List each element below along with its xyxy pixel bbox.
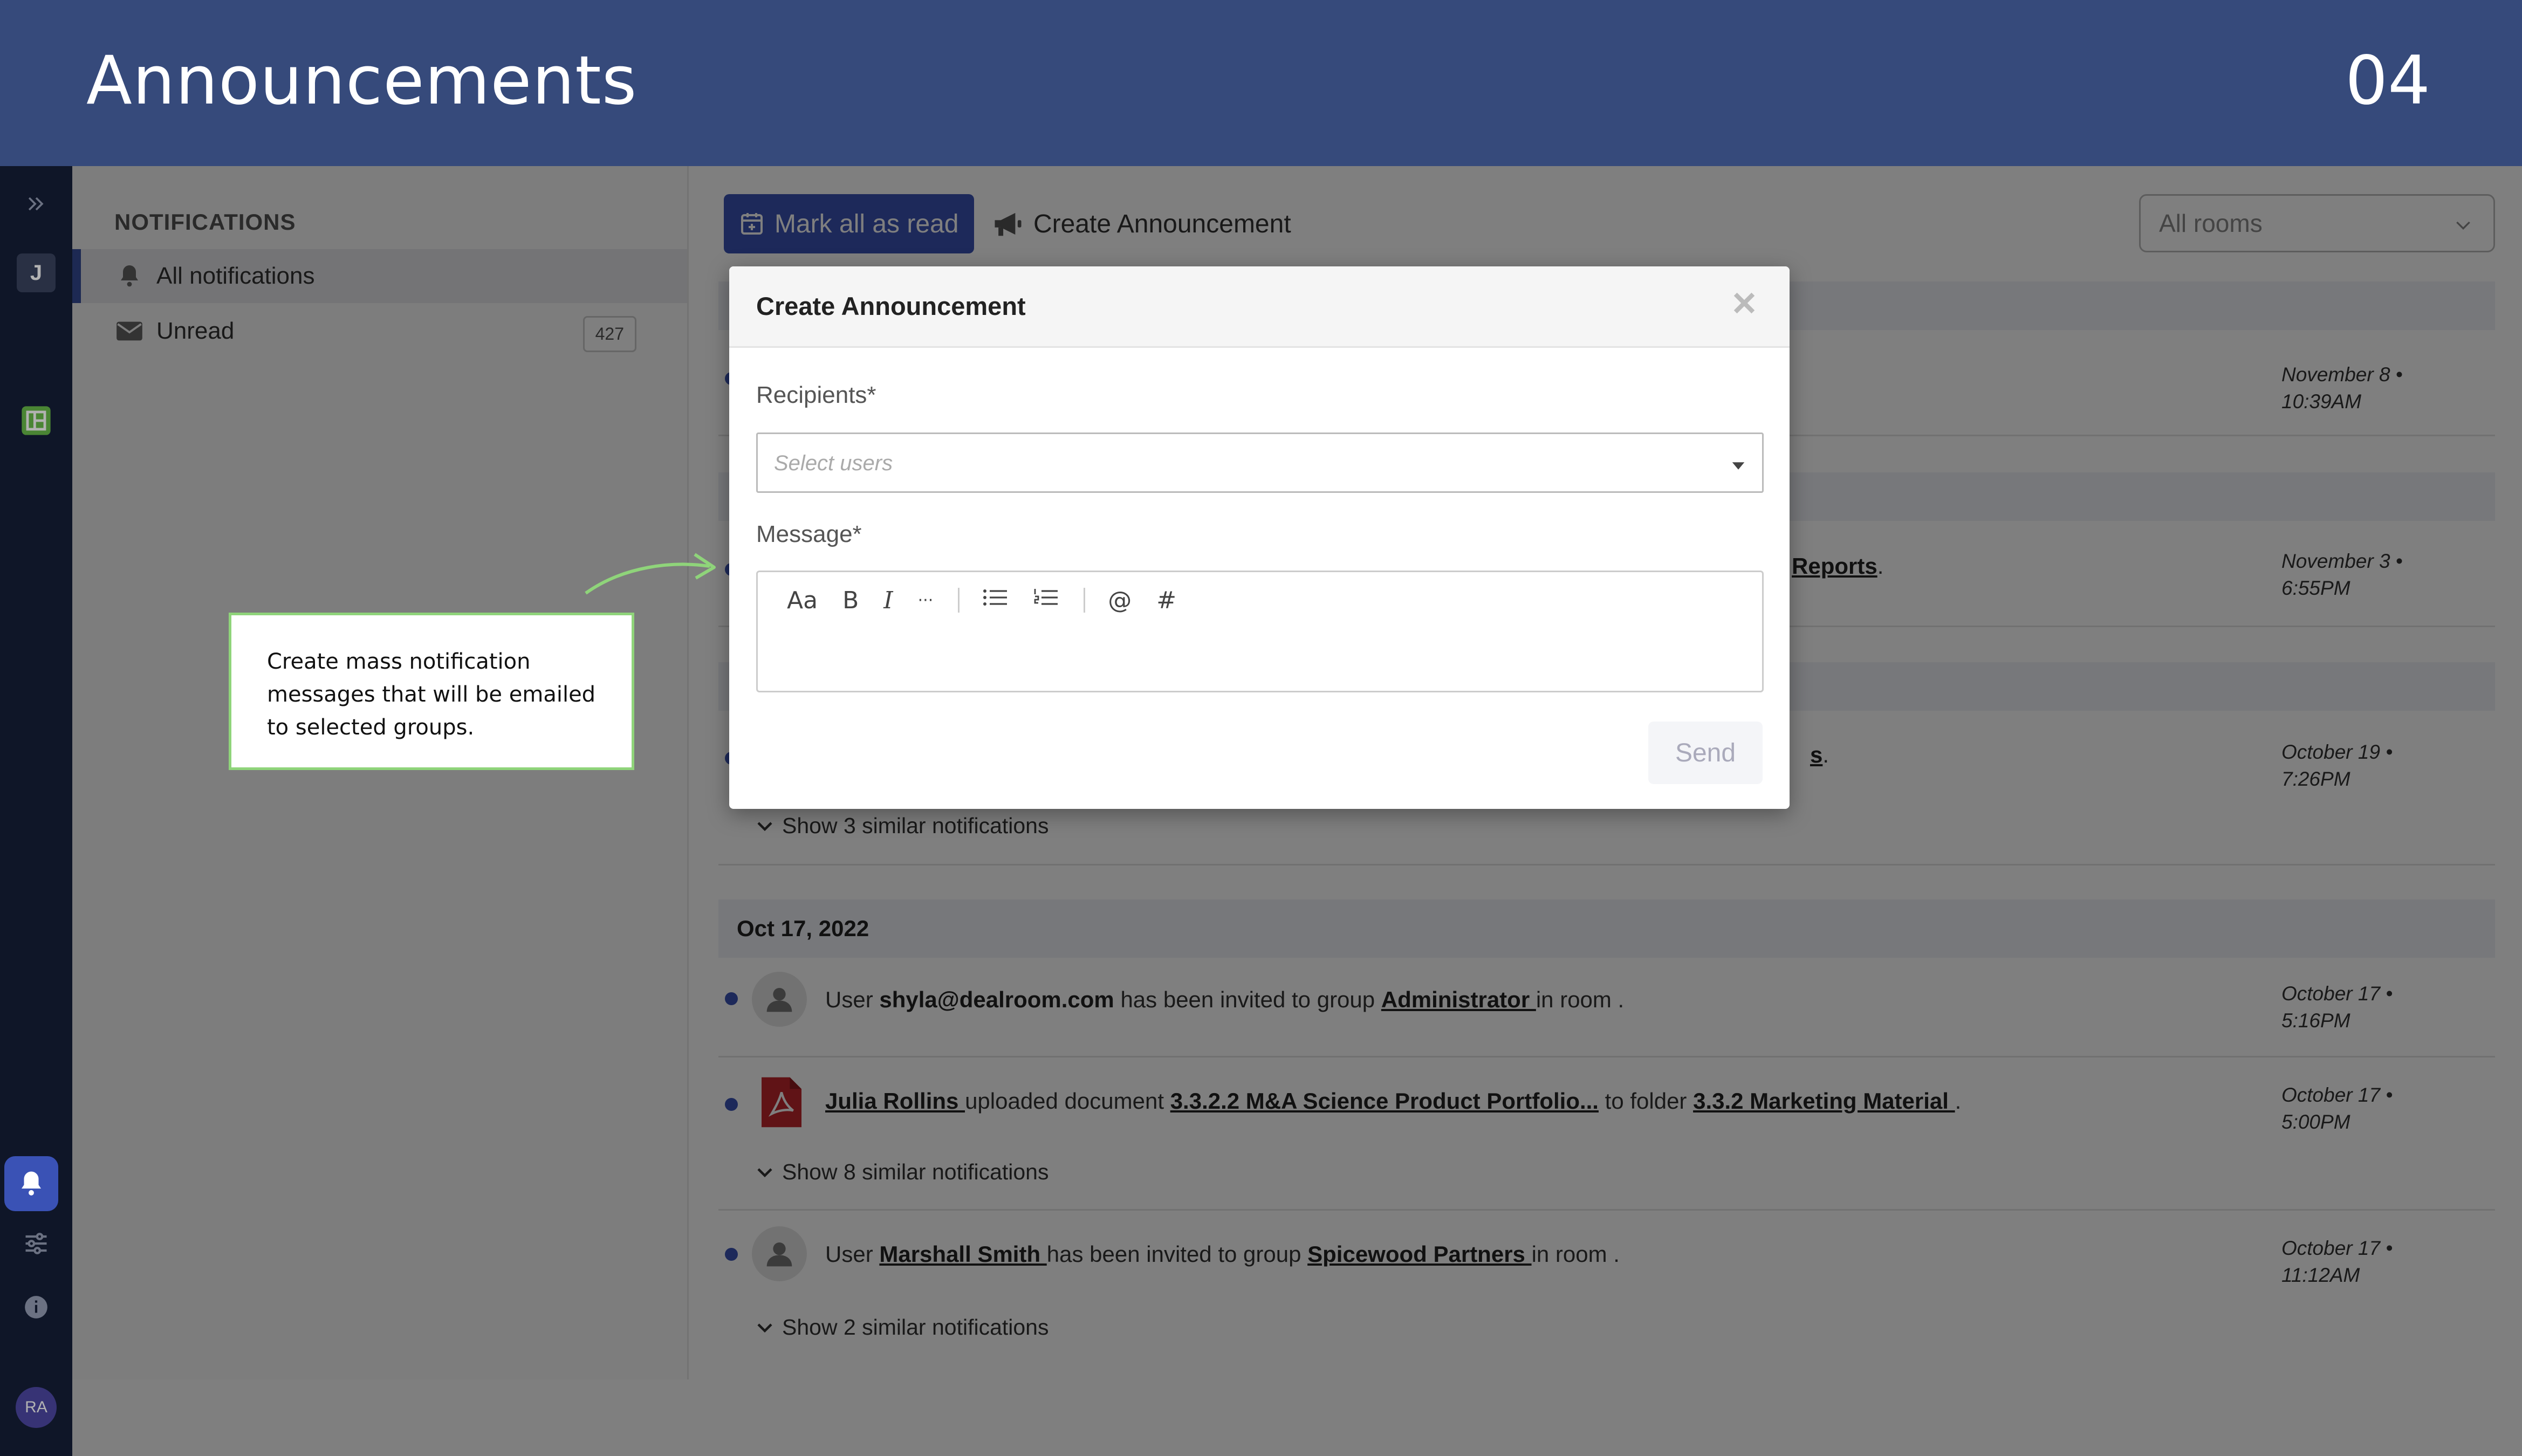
caret-down-icon [1732, 462, 1745, 470]
callout-arrow-icon [585, 553, 716, 595]
mention-tool[interactable]: @ [1108, 587, 1132, 614]
message-label: Message* [756, 521, 862, 547]
recipients-placeholder: Select users [774, 451, 893, 475]
bold-tool[interactable]: B [842, 587, 859, 614]
bulleted-list-icon[interactable] [982, 587, 1008, 614]
editor-toolbar: Aa B I ··· @ # [787, 584, 1201, 616]
italic-tool[interactable]: I [883, 587, 893, 614]
toolbar-divider [958, 588, 960, 613]
more-tools[interactable]: ··· [918, 591, 934, 610]
send-button[interactable]: Send [1648, 722, 1763, 784]
numbered-list-icon[interactable] [1033, 587, 1059, 614]
slide-header: Announcements 04 [0, 0, 2522, 166]
close-icon[interactable] [1729, 288, 1759, 318]
bell-icon [22, 1171, 41, 1196]
slide-title: Announcements [86, 42, 638, 120]
callout-box: Create mass notification messages that w… [229, 613, 634, 770]
recipients-select[interactable]: Select users [756, 432, 1764, 493]
rail-backdrop [0, 166, 72, 1456]
modal-title: Create Announcement [756, 292, 1026, 320]
toolbar-divider [1084, 588, 1086, 613]
modal-header: Create Announcement [729, 266, 1790, 348]
notifications-rail-button[interactable] [4, 1156, 58, 1211]
hashtag-tool[interactable]: # [1156, 587, 1176, 614]
recipients-label: Recipients* [756, 382, 876, 408]
font-style-tool[interactable]: Aa [787, 587, 818, 614]
message-editor[interactable]: Aa B I ··· @ # [756, 571, 1764, 692]
callout-text: Create mass notification messages that w… [267, 649, 596, 740]
create-announcement-modal: Create Announcement Recipients* Select u… [729, 266, 1790, 809]
slide-number: 04 [2345, 42, 2430, 120]
